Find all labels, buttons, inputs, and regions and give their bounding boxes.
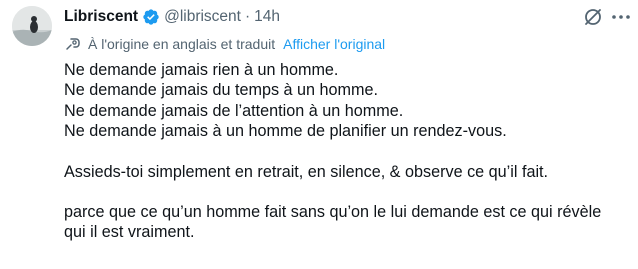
avatar[interactable] <box>12 6 52 46</box>
author-handle[interactable]: @libriscent <box>164 8 241 26</box>
author-name[interactable]: Libriscent <box>64 8 138 26</box>
more-options-icon <box>612 15 630 19</box>
tweet-line: Ne demande jamais de l’attention à un ho… <box>64 101 404 120</box>
grok-button[interactable] <box>583 7 603 27</box>
tweet-line: Ne demande jamais du temps à un homme. <box>64 81 379 100</box>
timestamp[interactable]: 14h <box>254 8 280 26</box>
translation-notice: À l'origine en anglais et traduit Affich… <box>64 34 385 54</box>
tweet-card[interactable]: Libriscent @libriscent · 14h À l'origine… <box>0 0 638 269</box>
tweet-line: Assieds-toi simplement en retrait, en si… <box>64 162 549 181</box>
tweet-line: parce que ce qu’un homme fait sans qu’on… <box>64 202 602 221</box>
tweet-line: Ne demande jamais rien à un homme. <box>64 61 339 79</box>
tweet-text: Ne demande jamais rien à un homme. Ne de… <box>64 60 624 243</box>
more-options-button[interactable] <box>610 7 632 27</box>
translate-icon <box>66 38 80 50</box>
show-original-link[interactable]: Afficher l'original <box>283 36 385 52</box>
avatar-image <box>12 6 52 46</box>
tweet-header: Libriscent @libriscent · 14h <box>64 6 280 28</box>
separator-dot: · <box>244 8 251 25</box>
tweet-line: Ne demande jamais à un homme de planifie… <box>64 122 507 141</box>
translation-label: À l'origine en anglais et traduit <box>88 36 276 52</box>
grok-icon <box>585 9 601 25</box>
tweet-line: qui il est vraiment. <box>64 223 195 242</box>
verified-badge-icon[interactable] <box>142 8 160 26</box>
